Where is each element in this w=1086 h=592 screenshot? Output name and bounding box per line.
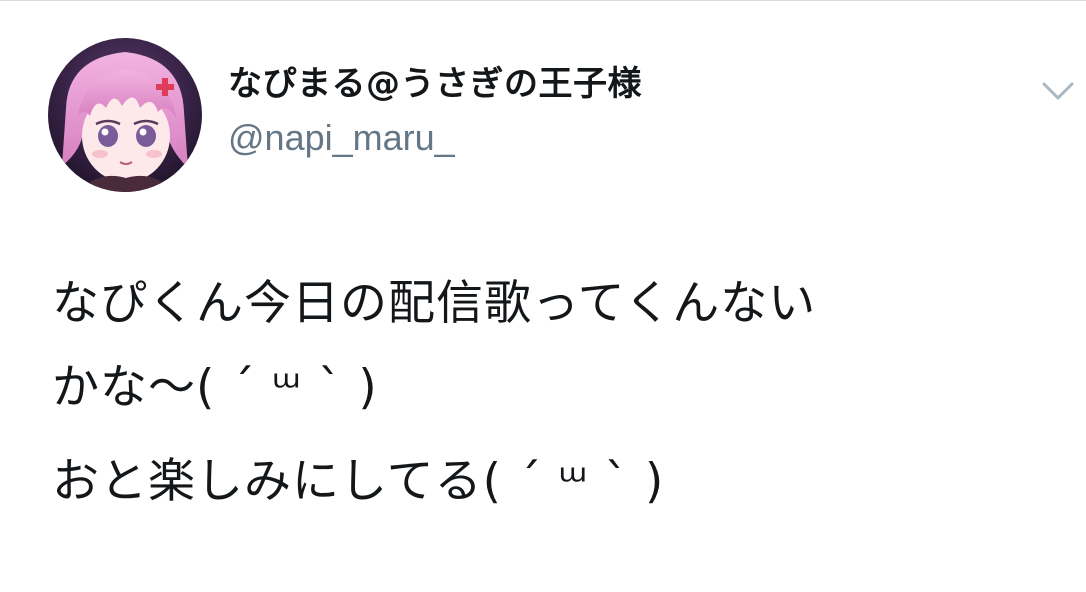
- avatar-image: [48, 38, 202, 192]
- chevron-down-icon: [1042, 82, 1074, 100]
- user-handle[interactable]: @napi_maru_: [228, 116, 455, 160]
- top-divider: [0, 0, 1086, 1]
- tweet-line: かな〜( ´ ᵚ ` ): [52, 360, 378, 415]
- avatar[interactable]: [48, 38, 202, 192]
- tweet-line: なぴくん今日の配信歌ってくんない: [52, 276, 817, 331]
- tweet-line: おと楽しみにしてる( ´ ᵚ ` ): [52, 454, 665, 509]
- tweet-menu-button[interactable]: [1040, 76, 1076, 104]
- tweet-text: なぴくん今日の配信歌ってくんない かな〜( ´ ᵚ ` ) おと楽しみにしてる(…: [52, 262, 1062, 524]
- display-name[interactable]: なぴまる@うさぎの王子様: [228, 62, 642, 106]
